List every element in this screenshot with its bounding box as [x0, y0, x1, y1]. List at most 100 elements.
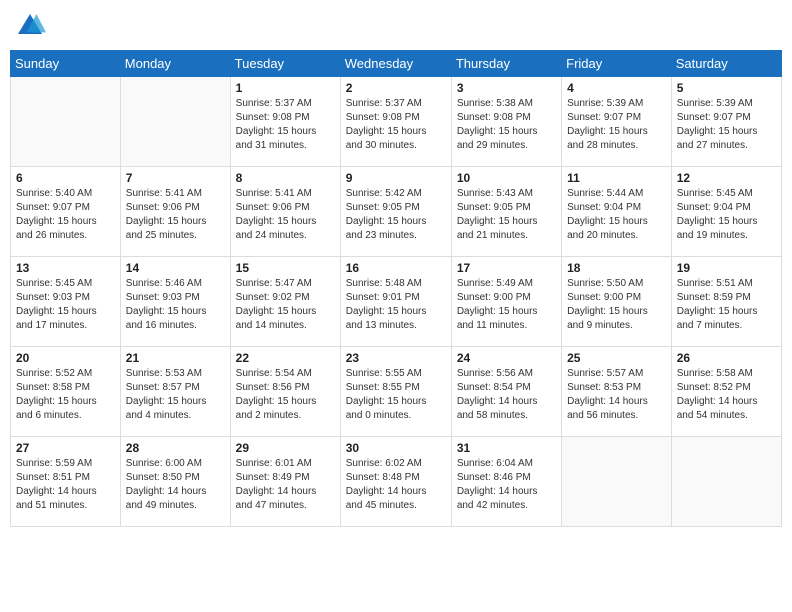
day-number: 7 — [126, 171, 225, 185]
day-number: 8 — [236, 171, 335, 185]
day-info: Sunrise: 5:41 AM Sunset: 9:06 PM Dayligh… — [126, 187, 225, 243]
day-number: 23 — [346, 351, 446, 365]
calendar-day-cell: 27Sunrise: 5:59 AM Sunset: 8:51 PM Dayli… — [11, 437, 121, 527]
day-info: Sunrise: 5:38 AM Sunset: 9:08 PM Dayligh… — [457, 97, 556, 153]
calendar-day-cell: 6Sunrise: 5:40 AM Sunset: 9:07 PM Daylig… — [11, 167, 121, 257]
day-number: 11 — [567, 171, 666, 185]
day-info: Sunrise: 5:59 AM Sunset: 8:51 PM Dayligh… — [16, 457, 115, 513]
day-number: 13 — [16, 261, 115, 275]
day-number: 26 — [677, 351, 776, 365]
calendar-day-cell: 21 Sunrise: 5:53 AM Sunset: 8:57 PM Dayli… — [120, 347, 230, 437]
calendar-day-cell: 25Sunrise: 5:57 AM Sunset: 8:53 PM Dayli… — [562, 347, 672, 437]
calendar-week-row: 1Sunrise: 5:37 AM Sunset: 9:08 PM Daylig… — [11, 77, 782, 167]
day-info: Sunrise: 5:37 AM Sunset: 9:08 PM Dayligh… — [346, 97, 446, 153]
day-info: Sunrise: 6:02 AM Sunset: 8:48 PM Dayligh… — [346, 457, 446, 513]
day-number: 29 — [236, 441, 335, 455]
calendar-day-cell — [671, 437, 781, 527]
day-info: Sunrise: 5:52 AM Sunset: 8:58 PM Dayligh… — [16, 367, 115, 423]
day-info: Sunrise: 5:42 AM Sunset: 9:05 PM Dayligh… — [346, 187, 446, 243]
day-info: Sunrise: 5:37 AM Sunset: 9:08 PM Dayligh… — [236, 97, 335, 153]
page-header — [10, 10, 782, 42]
calendar-day-cell: 8 Sunrise: 5:41 AM Sunset: 9:06 PM Daylig… — [230, 167, 340, 257]
calendar: SundayMondayTuesdayWednesdayThursdayFrid… — [10, 50, 782, 527]
weekday-header: Thursday — [451, 51, 561, 77]
day-info: Sunrise: 5:49 AM Sunset: 9:00 PM Dayligh… — [457, 277, 556, 333]
calendar-day-cell: 5Sunrise: 5:39 AM Sunset: 9:07 PM Daylig… — [671, 77, 781, 167]
day-number: 16 — [346, 261, 446, 275]
calendar-day-cell: 23Sunrise: 5:55 AM Sunset: 8:55 PM Dayli… — [340, 347, 451, 437]
day-number: 25 — [567, 351, 666, 365]
day-number: 4 — [567, 81, 666, 95]
day-info: Sunrise: 6:01 AM Sunset: 8:49 PM Dayligh… — [236, 457, 335, 513]
day-number: 6 — [16, 171, 115, 185]
weekday-header: Monday — [120, 51, 230, 77]
day-info: Sunrise: 5:56 AM Sunset: 8:54 PM Dayligh… — [457, 367, 556, 423]
calendar-day-cell — [562, 437, 672, 527]
weekday-header: Tuesday — [230, 51, 340, 77]
calendar-day-cell: 2Sunrise: 5:37 AM Sunset: 9:08 PM Daylig… — [340, 77, 451, 167]
weekday-header: Saturday — [671, 51, 781, 77]
day-info: Sunrise: 5:45 AM Sunset: 9:04 PM Dayligh… — [677, 187, 776, 243]
calendar-day-cell: 4 Sunrise: 5:39 AM Sunset: 9:07 PM Daylig… — [562, 77, 672, 167]
calendar-day-cell: 24Sunrise: 5:56 AM Sunset: 8:54 PM Dayli… — [451, 347, 561, 437]
day-info: Sunrise: 6:00 AM Sunset: 8:50 PM Dayligh… — [126, 457, 225, 513]
day-info: Sunrise: 5:58 AM Sunset: 8:52 PM Dayligh… — [677, 367, 776, 423]
day-number: 14 — [126, 261, 225, 275]
calendar-day-cell: 28Sunrise: 6:00 AM Sunset: 8:50 PM Dayli… — [120, 437, 230, 527]
day-info: Sunrise: 5:48 AM Sunset: 9:01 PM Dayligh… — [346, 277, 446, 333]
calendar-week-row: 6Sunrise: 5:40 AM Sunset: 9:07 PM Daylig… — [11, 167, 782, 257]
day-number: 19 — [677, 261, 776, 275]
calendar-day-cell: 11 Sunrise: 5:44 AM Sunset: 9:04 PM Dayli… — [562, 167, 672, 257]
calendar-day-cell — [120, 77, 230, 167]
logo-icon — [14, 10, 46, 42]
calendar-day-cell: 12 Sunrise: 5:45 AM Sunset: 9:04 PM Dayli… — [671, 167, 781, 257]
calendar-day-cell: 19 Sunrise: 5:51 AM Sunset: 8:59 PM Dayli… — [671, 257, 781, 347]
day-info: Sunrise: 5:54 AM Sunset: 8:56 PM Dayligh… — [236, 367, 335, 423]
calendar-day-cell: 31 Sunrise: 6:04 AM Sunset: 8:46 PM Dayli… — [451, 437, 561, 527]
day-info: Sunrise: 5:46 AM Sunset: 9:03 PM Dayligh… — [126, 277, 225, 333]
calendar-day-cell: 14 Sunrise: 5:46 AM Sunset: 9:03 PM Dayli… — [120, 257, 230, 347]
day-number: 3 — [457, 81, 556, 95]
day-number: 22 — [236, 351, 335, 365]
day-info: Sunrise: 5:39 AM Sunset: 9:07 PM Dayligh… — [677, 97, 776, 153]
calendar-day-cell: 10 Sunrise: 5:43 AM Sunset: 9:05 PM Dayli… — [451, 167, 561, 257]
calendar-day-cell: 16 Sunrise: 5:48 AM Sunset: 9:01 PM Dayli… — [340, 257, 451, 347]
day-info: Sunrise: 5:53 AM Sunset: 8:57 PM Dayligh… — [126, 367, 225, 423]
day-number: 10 — [457, 171, 556, 185]
day-info: Sunrise: 5:41 AM Sunset: 9:06 PM Dayligh… — [236, 187, 335, 243]
weekday-header: Sunday — [11, 51, 121, 77]
calendar-day-cell: 3 Sunrise: 5:38 AM Sunset: 9:08 PM Daylig… — [451, 77, 561, 167]
day-info: Sunrise: 6:04 AM Sunset: 8:46 PM Dayligh… — [457, 457, 556, 513]
calendar-header: SundayMondayTuesdayWednesdayThursdayFrid… — [11, 51, 782, 77]
day-number: 12 — [677, 171, 776, 185]
calendar-day-cell: 30 Sunrise: 6:02 AM Sunset: 8:48 PM Dayli… — [340, 437, 451, 527]
calendar-day-cell — [11, 77, 121, 167]
day-info: Sunrise: 5:39 AM Sunset: 9:07 PM Dayligh… — [567, 97, 666, 153]
day-info: Sunrise: 5:50 AM Sunset: 9:00 PM Dayligh… — [567, 277, 666, 333]
calendar-day-cell: 20 Sunrise: 5:52 AM Sunset: 8:58 PM Dayli… — [11, 347, 121, 437]
day-number: 17 — [457, 261, 556, 275]
calendar-day-cell: 7 Sunrise: 5:41 AM Sunset: 9:06 PM Daylig… — [120, 167, 230, 257]
calendar-week-row: 20 Sunrise: 5:52 AM Sunset: 8:58 PM Dayli… — [11, 347, 782, 437]
day-number: 18 — [567, 261, 666, 275]
calendar-day-cell: 17 Sunrise: 5:49 AM Sunset: 9:00 PM Dayli… — [451, 257, 561, 347]
calendar-day-cell: 1Sunrise: 5:37 AM Sunset: 9:08 PM Daylig… — [230, 77, 340, 167]
calendar-day-cell: 22 Sunrise: 5:54 AM Sunset: 8:56 PM Dayli… — [230, 347, 340, 437]
day-number: 20 — [16, 351, 115, 365]
day-info: Sunrise: 5:45 AM Sunset: 9:03 PM Dayligh… — [16, 277, 115, 333]
day-info: Sunrise: 5:43 AM Sunset: 9:05 PM Dayligh… — [457, 187, 556, 243]
day-number: 15 — [236, 261, 335, 275]
day-number: 21 — [126, 351, 225, 365]
logo — [14, 10, 50, 42]
day-info: Sunrise: 5:51 AM Sunset: 8:59 PM Dayligh… — [677, 277, 776, 333]
calendar-day-cell: 13 Sunrise: 5:45 AM Sunset: 9:03 PM Dayli… — [11, 257, 121, 347]
day-number: 9 — [346, 171, 446, 185]
calendar-day-cell: 18 Sunrise: 5:50 AM Sunset: 9:00 PM Dayli… — [562, 257, 672, 347]
day-number: 30 — [346, 441, 446, 455]
day-info: Sunrise: 5:44 AM Sunset: 9:04 PM Dayligh… — [567, 187, 666, 243]
weekday-header: Wednesday — [340, 51, 451, 77]
calendar-body: 1Sunrise: 5:37 AM Sunset: 9:08 PM Daylig… — [11, 77, 782, 527]
calendar-day-cell: 26 Sunrise: 5:58 AM Sunset: 8:52 PM Dayli… — [671, 347, 781, 437]
day-number: 31 — [457, 441, 556, 455]
calendar-day-cell: 15Sunrise: 5:47 AM Sunset: 9:02 PM Dayli… — [230, 257, 340, 347]
